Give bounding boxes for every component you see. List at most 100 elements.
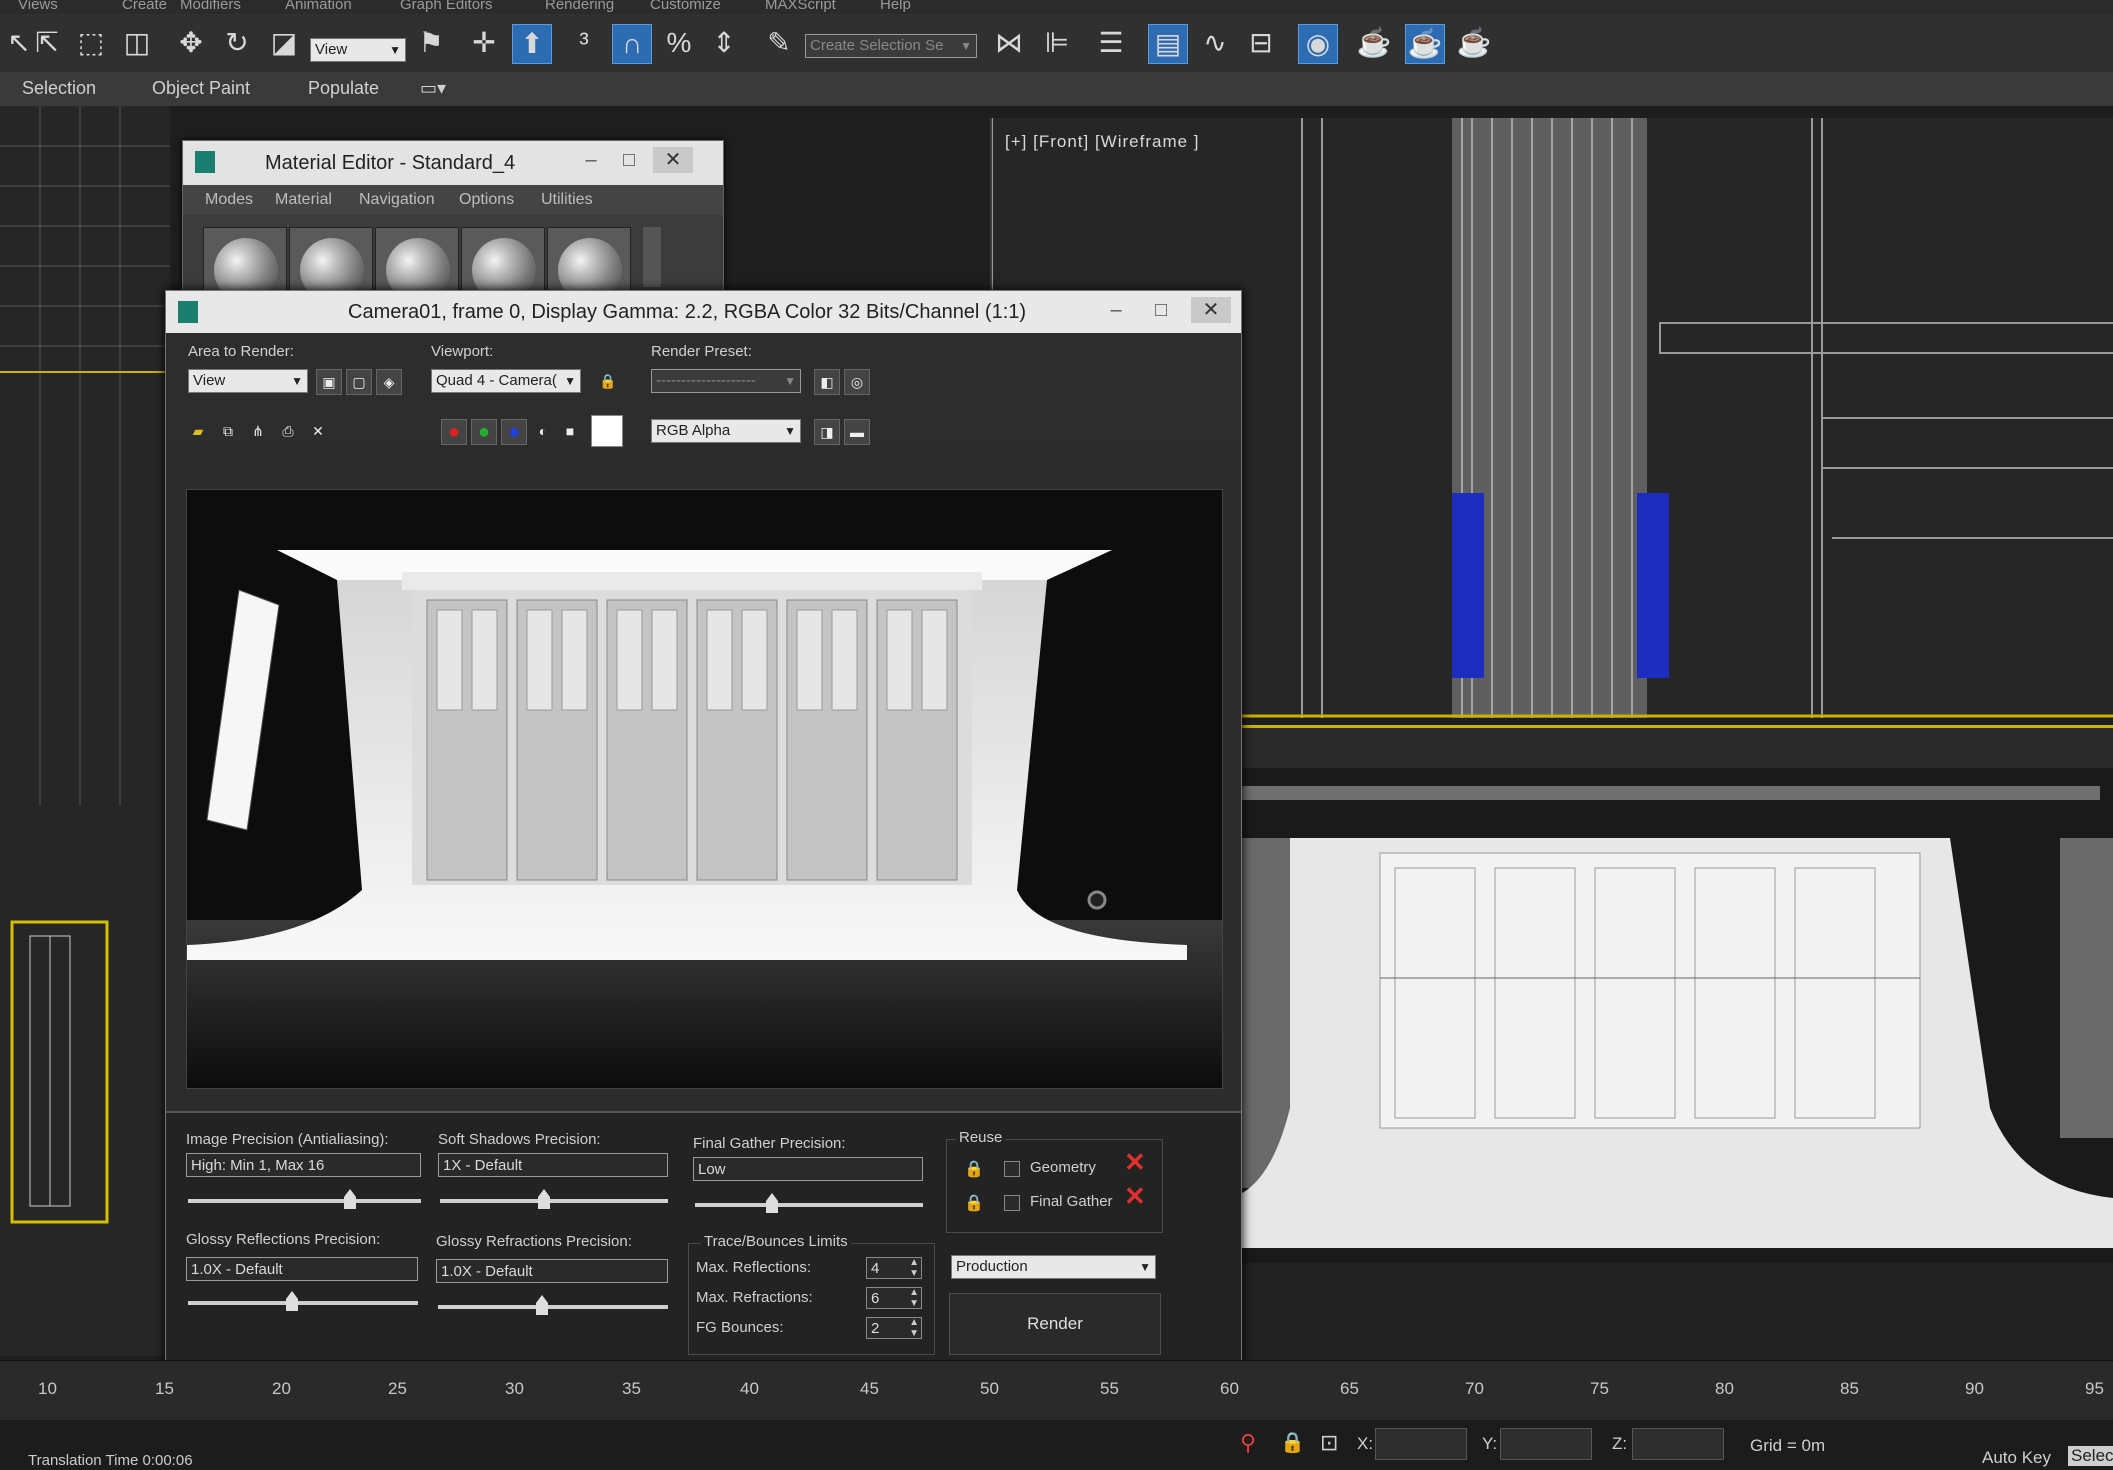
tab-object-paint[interactable]: Object Paint: [152, 78, 250, 99]
y-coord-field[interactable]: [1500, 1428, 1592, 1460]
close-button[interactable]: ✕: [653, 147, 693, 173]
clone-window-icon[interactable]: ⋔: [246, 419, 270, 443]
geometry-checkbox[interactable]: [1004, 1161, 1020, 1177]
area-to-render-select[interactable]: View ▼: [188, 369, 308, 393]
timeline[interactable]: 10 15 20 25 30 35 40 45 50 55 60 65 70 7…: [0, 1360, 2113, 1421]
menu-modes[interactable]: Modes: [205, 191, 253, 209]
menu-navigation[interactable]: Navigation: [359, 191, 435, 209]
viewport-front-label[interactable]: [+] [Front] [Wireframe ]: [1005, 132, 1200, 152]
rendered-frame-window[interactable]: Camera01, frame 0, Display Gamma: 2.2, R…: [165, 290, 1242, 1393]
menu-create[interactable]: Create: [122, 0, 167, 13]
color-swatch[interactable]: [591, 415, 623, 447]
schematic-icon[interactable]: ⊟: [1242, 24, 1280, 62]
align-icon[interactable]: ⊫: [1038, 24, 1076, 62]
mirror-icon[interactable]: ⋈: [990, 24, 1028, 62]
menu-animation[interactable]: Animation: [285, 0, 352, 13]
green-channel-icon[interactable]: ●: [471, 419, 497, 445]
move-icon[interactable]: ✥: [172, 24, 210, 62]
menu-options[interactable]: Options: [459, 191, 514, 209]
viewport-select[interactable]: Quad 4 - Camera(▼: [431, 369, 581, 393]
slots-scrollbar[interactable]: [643, 227, 661, 287]
minimize-button[interactable]: –: [1096, 297, 1136, 323]
menu-views[interactable]: Views: [18, 0, 58, 13]
channel-display-select[interactable]: RGB Alpha ▼: [651, 419, 801, 443]
final-gather-slider[interactable]: [695, 1203, 923, 1207]
final-gather-thumb[interactable]: [766, 1193, 778, 1213]
isolate-icon[interactable]: ⚲: [1240, 1430, 1256, 1456]
transform-mode-icon[interactable]: ⊡: [1320, 1430, 1338, 1456]
save-image-icon[interactable]: ▰: [186, 419, 210, 443]
z-coord-field[interactable]: [1632, 1428, 1724, 1460]
auto-region-icon[interactable]: ▢: [346, 369, 372, 395]
max-refractions-spinner[interactable]: 6 ▲ ▼: [866, 1287, 922, 1309]
material-slot-4[interactable]: [461, 227, 545, 299]
graphite-icon[interactable]: ▤: [1148, 24, 1188, 64]
lock-icon[interactable]: 🔒: [964, 1159, 984, 1179]
render-mode-select[interactable]: Production ▼: [951, 1255, 1156, 1279]
angle-snap-icon[interactable]: ∩: [612, 24, 652, 64]
menu-help[interactable]: Help: [880, 0, 911, 13]
tab-selection[interactable]: Selection: [22, 78, 96, 99]
spinner-snap-icon[interactable]: ⇕: [705, 24, 743, 62]
image-precision-thumb[interactable]: [344, 1189, 356, 1209]
material-slot-1[interactable]: [203, 227, 287, 299]
alpha-channel-icon[interactable]: ◐: [531, 419, 555, 443]
named-selection-set[interactable]: Create Selection Se ▼: [805, 34, 977, 58]
spinner-arrows-icon[interactable]: ▲ ▼: [909, 1287, 919, 1309]
layer-icon[interactable]: ☰: [1092, 24, 1130, 62]
tab-populate[interactable]: Populate: [308, 78, 379, 99]
final-gather-field[interactable]: Low: [693, 1157, 923, 1181]
soft-shadows-field[interactable]: 1X - Default: [438, 1153, 668, 1177]
render-production-icon[interactable]: ☕: [1455, 24, 1493, 62]
render-setup-icon[interactable]: ◧: [814, 369, 840, 395]
menu-maxscript[interactable]: MAXScript: [765, 0, 836, 13]
curve-editor-icon[interactable]: ∿: [1196, 24, 1234, 62]
menu-material[interactable]: Material: [275, 191, 332, 209]
viewport-camera[interactable]: [1230, 725, 2113, 1363]
render-button[interactable]: Render: [949, 1293, 1161, 1355]
glossy-refractions-slider[interactable]: [438, 1305, 668, 1309]
viewport-left[interactable]: [0, 106, 170, 1356]
window-crossing-icon[interactable]: ◫: [118, 24, 156, 62]
glossy-refractions-thumb[interactable]: [536, 1295, 548, 1315]
edit-region-icon[interactable]: ▣: [316, 369, 342, 395]
clear-geometry-icon[interactable]: ✕: [1124, 1149, 1146, 1175]
final-gather-checkbox[interactable]: [1004, 1195, 1020, 1211]
menu-graph-editors[interactable]: Graph Editors: [400, 0, 493, 13]
clear-final-gather-icon[interactable]: ✕: [1124, 1183, 1146, 1209]
lock-icon[interactable]: 🔒: [596, 369, 620, 393]
render-setup-icon[interactable]: ☕: [1355, 24, 1393, 62]
glossy-reflections-slider[interactable]: [188, 1301, 418, 1305]
spinner-arrows-icon[interactable]: ▲ ▼: [909, 1317, 919, 1339]
region-reset-icon[interactable]: ◈: [376, 369, 402, 395]
monochrome-icon[interactable]: ■: [558, 419, 582, 443]
menu-utilities[interactable]: Utilities: [541, 191, 593, 209]
auto-key-button[interactable]: Auto Key: [1982, 1448, 2051, 1468]
menu-customize[interactable]: Customize: [650, 0, 721, 13]
reference-coord-select[interactable]: View ▼: [310, 38, 406, 62]
scale-icon[interactable]: ◪: [265, 24, 303, 62]
soft-shadows-thumb[interactable]: [538, 1189, 550, 1209]
menu-rendering[interactable]: Rendering: [545, 0, 614, 13]
ribbon-options-icon[interactable]: ▭▾: [420, 78, 446, 99]
material-editor-icon[interactable]: ◉: [1298, 24, 1338, 64]
edit-named-sets-icon[interactable]: ✎: [760, 24, 798, 62]
percent-snap-icon[interactable]: %: [660, 24, 698, 62]
rotate-icon[interactable]: ↻: [218, 24, 256, 62]
red-channel-icon[interactable]: ●: [441, 419, 467, 445]
material-editor-titlebar[interactable]: Material Editor - Standard_4 – □ ✕: [183, 141, 723, 185]
copy-image-icon[interactable]: ⧉: [216, 419, 240, 443]
rect-region-icon[interactable]: ⬚: [72, 24, 110, 62]
material-slot-5[interactable]: [547, 227, 631, 299]
clear-icon[interactable]: ✕: [306, 419, 330, 443]
x-coord-field[interactable]: [1375, 1428, 1467, 1460]
toggle-ui-icon[interactable]: ▬: [844, 419, 870, 445]
close-button[interactable]: ✕: [1191, 297, 1231, 323]
minimize-button[interactable]: –: [571, 147, 611, 173]
selected-filter[interactable]: Selec: [2068, 1446, 2113, 1466]
maximize-button[interactable]: □: [609, 147, 649, 173]
pivot-icon[interactable]: ⚑: [412, 24, 450, 62]
glossy-refractions-field[interactable]: 1.0X - Default: [436, 1259, 668, 1283]
select-manipulate-icon[interactable]: ✛: [465, 24, 503, 62]
environment-icon[interactable]: ◎: [844, 369, 870, 395]
